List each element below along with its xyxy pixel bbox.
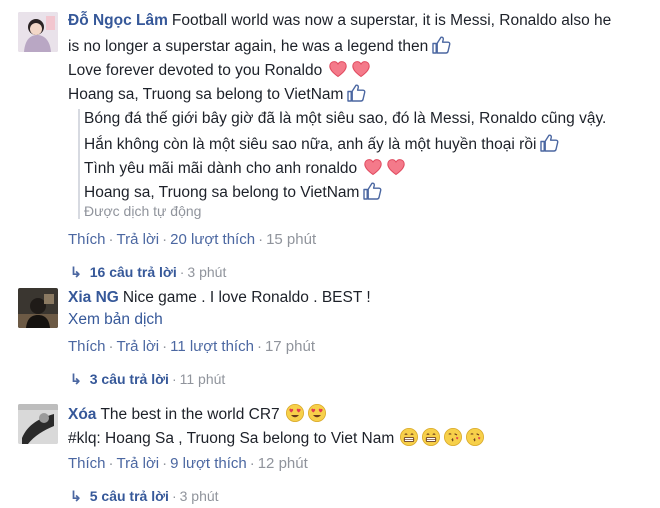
like-link[interactable]: Thích: [68, 338, 106, 355]
comment-author[interactable]: Xóa: [68, 406, 96, 423]
replies-time: 3 phút: [187, 264, 227, 280]
replies-count[interactable]: 16 câu trả lời: [90, 264, 177, 280]
avatar[interactable]: [18, 288, 58, 328]
comment: Xóa The best in the world CR7 #klq: Hoang…: [0, 401, 660, 508]
comment-actions: Thích · Trả lời · 20 lượt thích · 15 phút: [68, 231, 317, 248]
replies-time: 11 phút: [179, 371, 226, 387]
translation-text: Tình yêu mãi mãi dành cho anh ronaldo: [84, 160, 358, 177]
replies-time: 3 phút: [179, 488, 219, 504]
kiss-emoji: [443, 427, 463, 447]
grin-emoji: [399, 427, 419, 447]
comment-text: Football world was now a superstar, it i…: [171, 12, 612, 29]
avatar[interactable]: [18, 12, 58, 52]
reply-arrow-icon: ↳: [70, 264, 82, 280]
heart-icon: [386, 157, 406, 177]
comment-actions: Thích · Trả lời · 9 lượt thích · 12 phút: [68, 455, 308, 472]
heart-icon: [328, 59, 348, 79]
translation-divider: [78, 109, 80, 219]
like-link[interactable]: Thích: [68, 455, 106, 472]
comment-actions: Thích · Trả lời · 11 lượt thích · 17 phút: [68, 338, 315, 355]
heart-eyes-emoji: [307, 403, 327, 423]
view-replies[interactable]: ↳ 3 câu trả lời · 11 phút: [70, 369, 225, 389]
thumbs-up-icon: [346, 83, 366, 103]
heart-eyes-emoji: [285, 403, 305, 423]
translation-text: Bóng đá thế giới bây giờ đã là một siêu …: [84, 110, 607, 127]
replies-count[interactable]: 5 câu trả lời: [90, 488, 169, 504]
heart-icon: [351, 59, 371, 79]
comment: Xia NG Nice game . I love Ronaldo . BEST …: [0, 286, 660, 394]
comment-text: Love forever devoted to you Ronaldo: [68, 62, 323, 79]
timestamp[interactable]: 17 phút: [265, 338, 315, 355]
comment-author[interactable]: Đỗ Ngọc Lâm: [68, 12, 168, 29]
reply-arrow-icon: ↳: [70, 488, 82, 504]
view-replies[interactable]: ↳ 16 câu trả lời · 3 phút: [70, 262, 226, 282]
replies-count[interactable]: 3 câu trả lời: [90, 371, 169, 387]
thumbs-up-icon: [431, 35, 451, 55]
comment: Đỗ Ngọc Lâm Football world was now a supe…: [0, 0, 660, 280]
grin-emoji: [421, 427, 441, 447]
reply-link[interactable]: Trả lời: [117, 231, 160, 248]
timestamp[interactable]: 12 phút: [258, 455, 308, 472]
see-translation-link[interactable]: Xem bản dịch: [68, 311, 163, 328]
like-link[interactable]: Thích: [68, 231, 106, 248]
comment-author[interactable]: Xia NG: [68, 289, 119, 306]
timestamp[interactable]: 15 phút: [266, 231, 316, 248]
comment-text: Hoang sa, Truong sa belong to VietNam: [68, 86, 344, 103]
comment-text: Nice game . I love Ronaldo . BEST !: [122, 289, 371, 306]
like-count[interactable]: 11 lượt thích: [170, 338, 254, 355]
heart-icon: [363, 157, 383, 177]
avatar[interactable]: [18, 404, 58, 444]
comment-text: #klq: Hoang Sa , Truong Sa belong to Vie…: [68, 430, 395, 447]
reply-link[interactable]: Trả lời: [117, 455, 160, 472]
thumbs-up-icon: [362, 181, 382, 201]
comment-text: is no longer a superstar again, he was a…: [68, 38, 429, 55]
translated-note: Được dịch tự động: [84, 203, 202, 219]
comment-text: The best in the world CR7: [100, 406, 280, 423]
view-replies[interactable]: ↳ 5 câu trả lời · 3 phút: [70, 486, 219, 506]
kiss-emoji: [465, 427, 485, 447]
translation-text: Hắn không còn là một siêu sao nữa, anh ấ…: [84, 136, 537, 153]
translation-text: Hoang sa, Truong sa belong to VietNam: [84, 184, 360, 201]
reply-link[interactable]: Trả lời: [117, 338, 160, 355]
like-count[interactable]: 20 lượt thích: [170, 231, 255, 248]
like-count[interactable]: 9 lượt thích: [170, 455, 247, 472]
reply-arrow-icon: ↳: [70, 371, 82, 387]
thumbs-up-icon: [539, 133, 559, 153]
